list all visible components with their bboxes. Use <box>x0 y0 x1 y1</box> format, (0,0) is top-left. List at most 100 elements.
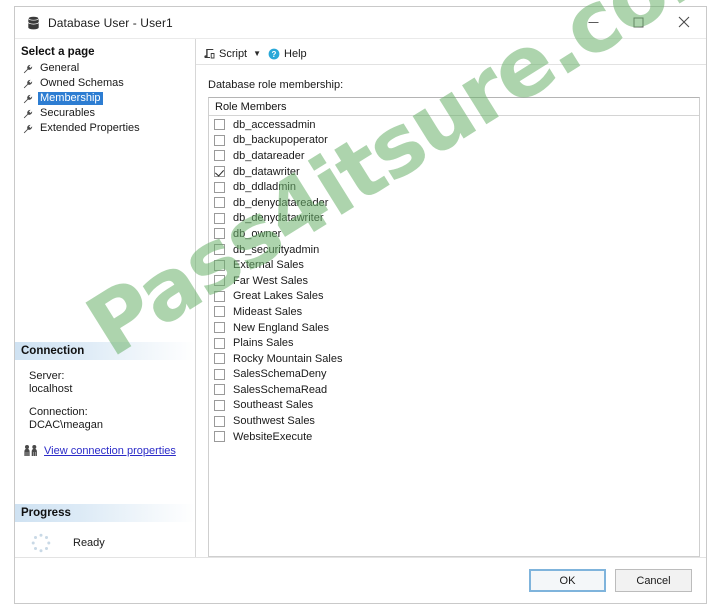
role-member-row[interactable]: db_owner <box>209 226 699 242</box>
view-connection-properties-link[interactable]: View connection properties <box>44 445 176 457</box>
role-member-row[interactable]: db_datawriter <box>209 164 699 180</box>
checkbox-icon[interactable] <box>214 119 225 131</box>
sidebar-item-extended-properties[interactable]: Extended Properties <box>15 121 195 136</box>
checkbox-icon[interactable] <box>214 322 225 334</box>
role-member-label: Plains Sales <box>233 337 294 350</box>
checkbox-icon[interactable] <box>214 368 225 380</box>
role-member-label: Far West Sales <box>233 274 308 287</box>
close-button[interactable] <box>661 7 706 37</box>
wrench-icon <box>23 64 33 73</box>
progress-panel: Progress Ready <box>15 504 195 553</box>
cancel-button[interactable]: Cancel <box>615 569 692 592</box>
checkbox-icon[interactable] <box>214 228 225 240</box>
progress-heading: Progress <box>15 504 195 522</box>
role-member-row[interactable]: Southeast Sales <box>209 398 699 414</box>
checkbox-icon[interactable] <box>214 306 225 318</box>
connection-heading: Connection <box>15 342 195 360</box>
title-bar: Database User - User1 <box>15 7 706 39</box>
help-button[interactable]: ? Help <box>266 47 309 61</box>
role-member-row[interactable]: Plains Sales <box>209 335 699 351</box>
role-member-label: db_accessadmin <box>233 118 316 131</box>
view-connection-properties-row[interactable]: View connection properties <box>15 444 195 457</box>
checkbox-icon[interactable] <box>214 337 225 349</box>
script-icon <box>204 49 215 59</box>
maximize-button[interactable] <box>616 7 661 37</box>
checkbox-icon[interactable] <box>214 415 225 427</box>
role-member-label: Southeast Sales <box>233 399 314 412</box>
wrench-icon <box>23 109 33 118</box>
checkbox-icon[interactable] <box>214 259 225 271</box>
checkbox-icon[interactable] <box>214 134 225 146</box>
wrench-icon <box>23 79 33 88</box>
minimize-button[interactable] <box>571 7 616 37</box>
sidebar-item-membership[interactable]: Membership <box>15 91 195 106</box>
page-nav-list: General Owned Schemas Membership Securab… <box>15 61 195 136</box>
role-member-row[interactable]: db_ddladmin <box>209 179 699 195</box>
left-pane: Select a page General Owned Schemas Memb… <box>15 39 196 557</box>
role-member-label: db_denydatareader <box>233 196 329 209</box>
role-member-label: SalesSchemaDeny <box>233 368 327 381</box>
checkbox-icon[interactable] <box>214 181 225 193</box>
role-member-label: Mideast Sales <box>233 305 303 318</box>
role-member-row[interactable]: db_datareader <box>209 148 699 164</box>
sidebar-item-general[interactable]: General <box>15 61 195 76</box>
checkbox-icon[interactable] <box>214 150 225 162</box>
dialog-content: Select a page General Owned Schemas Memb… <box>15 39 706 557</box>
role-member-label: Rocky Mountain Sales <box>233 352 343 365</box>
role-member-row[interactable]: db_denydatawriter <box>209 211 699 227</box>
role-member-label: SalesSchemaRead <box>233 383 328 396</box>
sidebar-item-owned-schemas[interactable]: Owned Schemas <box>15 76 195 91</box>
role-member-row[interactable]: SalesSchemaDeny <box>209 367 699 383</box>
checkbox-icon[interactable] <box>214 212 225 224</box>
role-member-row[interactable]: db_accessadmin <box>209 117 699 133</box>
role-member-label: External Sales <box>233 259 304 272</box>
checkbox-checked-icon[interactable] <box>214 166 225 178</box>
checkbox-icon[interactable] <box>214 197 225 209</box>
role-member-label: New England Sales <box>233 321 330 334</box>
wrench-icon <box>23 124 33 133</box>
server-label: Server: <box>29 370 65 382</box>
role-member-row[interactable]: db_backupoperator <box>209 133 699 149</box>
role-member-label: db_denydatawriter <box>233 212 324 225</box>
sidebar-item-label: Owned Schemas <box>40 77 124 89</box>
role-member-row[interactable]: Rocky Mountain Sales <box>209 351 699 367</box>
checkbox-icon[interactable] <box>214 275 225 287</box>
sidebar-item-label: General <box>40 62 80 74</box>
role-member-row[interactable]: Far West Sales <box>209 273 699 289</box>
role-member-row[interactable]: WebsiteExecute <box>209 429 699 445</box>
svg-text:?: ? <box>272 50 277 59</box>
select-a-page-heading: Select a page <box>15 41 195 60</box>
sidebar-item-label: Membership <box>38 92 103 105</box>
role-member-label: db_backupoperator <box>233 134 328 147</box>
role-member-row[interactable]: Mideast Sales <box>209 304 699 320</box>
role-member-label: db_datawriter <box>233 165 300 178</box>
ok-button[interactable]: OK <box>529 569 606 592</box>
server-value: localhost <box>29 383 73 395</box>
connection-label: Connection: <box>29 406 88 418</box>
checkbox-icon[interactable] <box>214 431 225 443</box>
script-button[interactable]: Script <box>202 47 249 61</box>
chevron-down-icon[interactable]: ▼ <box>253 49 261 58</box>
sidebar-item-securables[interactable]: Securables <box>15 106 195 121</box>
role-members-list[interactable]: Role Members db_accessadmin db_backupoper… <box>208 97 700 557</box>
database-role-membership-label: Database role membership: <box>208 79 344 91</box>
sidebar-item-label: Extended Properties <box>40 122 140 134</box>
minimize-icon <box>588 21 599 23</box>
role-member-label: db_owner <box>233 227 282 240</box>
checkbox-icon[interactable] <box>214 399 225 411</box>
role-member-row[interactable]: Great Lakes Sales <box>209 289 699 305</box>
checkbox-icon[interactable] <box>214 384 225 396</box>
checkbox-icon[interactable] <box>214 244 225 256</box>
help-label: Help <box>284 47 307 60</box>
role-member-label: Great Lakes Sales <box>233 290 324 303</box>
role-member-label: db_securityadmin <box>233 243 320 256</box>
connection-panel: Connection Server: localhost Connection:… <box>15 342 195 457</box>
role-member-row[interactable]: External Sales <box>209 257 699 273</box>
role-member-row[interactable]: SalesSchemaRead <box>209 382 699 398</box>
role-member-row[interactable]: db_securityadmin <box>209 242 699 258</box>
role-member-row[interactable]: New England Sales <box>209 320 699 336</box>
checkbox-icon[interactable] <box>214 290 225 302</box>
checkbox-icon[interactable] <box>214 353 225 365</box>
role-member-row[interactable]: Southwest Sales <box>209 413 699 429</box>
role-member-row[interactable]: db_denydatareader <box>209 195 699 211</box>
